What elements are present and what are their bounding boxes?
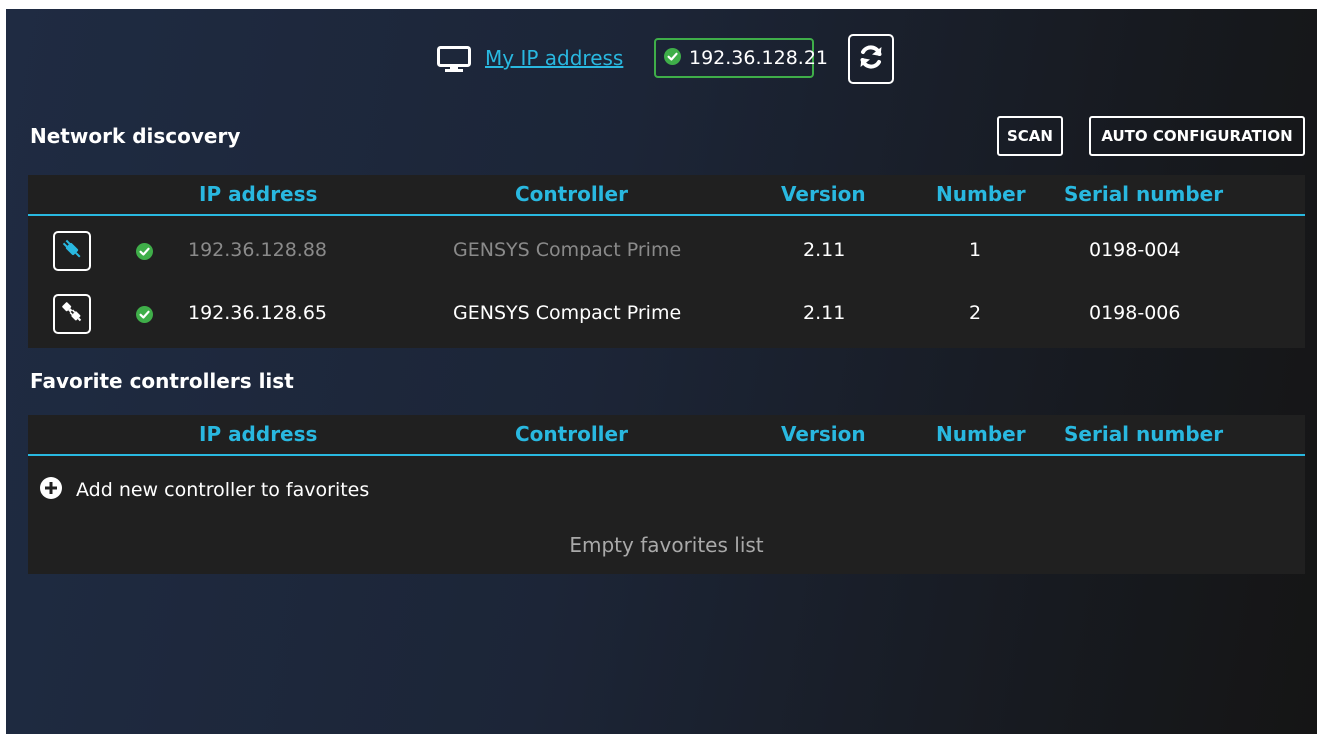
cell-ip-address: 192.36.128.88 [188, 239, 328, 261]
refresh-button[interactable] [848, 34, 894, 84]
plug-disconnected-icon [60, 300, 84, 328]
column-controller[interactable]: Controller [515, 182, 628, 206]
refresh-icon [857, 43, 885, 75]
connection-toggle-button[interactable] [53, 231, 91, 271]
table-row[interactable]: 192.36.128.65 GENSYS Compact Prime 2.11 … [28, 284, 1305, 344]
add-favorite-button[interactable]: Add new controller to favorites [40, 477, 369, 503]
cell-number: 2 [969, 302, 982, 324]
auto-configuration-button[interactable]: AUTO CONFIGURATION [1089, 116, 1305, 156]
favorites-table: IP address Controller Version Number Ser… [28, 415, 1305, 574]
column-ip-address[interactable]: IP address [199, 182, 317, 206]
status-ok-icon [136, 306, 153, 323]
cell-version: 2.11 [803, 239, 846, 261]
status-ok-icon [136, 243, 153, 260]
table-row[interactable]: 192.36.128.88 GENSYS Compact Prime 2.11 … [28, 221, 1305, 281]
cell-controller: GENSYS Compact Prime [453, 302, 682, 324]
my-ip-address-link[interactable]: My IP address [485, 46, 623, 70]
ip-address-value: 192.36.128.21 [689, 47, 829, 69]
app-window: My IP address 192.36.128.21 Network disc… [6, 9, 1317, 734]
column-ip-address[interactable]: IP address [199, 422, 317, 446]
top-bar: My IP address 192.36.128.21 [6, 34, 1317, 84]
scan-button[interactable]: SCAN [997, 116, 1063, 156]
cell-ip-address: 192.36.128.65 [188, 302, 328, 324]
column-number[interactable]: Number [936, 182, 1026, 206]
favorite-controllers-title: Favorite controllers list [30, 369, 294, 393]
table-header: IP address Controller Version Number Ser… [28, 175, 1305, 216]
column-serial-number[interactable]: Serial number [1064, 182, 1223, 206]
cell-controller: GENSYS Compact Prime [453, 239, 682, 261]
column-version[interactable]: Version [781, 182, 866, 206]
network-discovery-title: Network discovery [30, 124, 241, 148]
plug-connected-icon [60, 237, 84, 265]
column-controller[interactable]: Controller [515, 422, 628, 446]
plus-circle-icon [40, 477, 62, 503]
network-discovery-table: IP address Controller Version Number Ser… [28, 175, 1305, 348]
check-circle-icon [664, 47, 681, 69]
cell-number: 1 [969, 239, 982, 261]
monitor-icon [437, 46, 471, 73]
ip-address-badge: 192.36.128.21 [654, 38, 828, 78]
table-header: IP address Controller Version Number Ser… [28, 415, 1305, 456]
column-number[interactable]: Number [936, 422, 1026, 446]
column-serial-number[interactable]: Serial number [1064, 422, 1223, 446]
cell-serial-number: 0198-004 [1089, 239, 1181, 261]
empty-favorites-message: Empty favorites list [569, 533, 764, 557]
cell-serial-number: 0198-006 [1089, 302, 1181, 324]
connection-toggle-button[interactable] [53, 294, 91, 334]
add-favorite-label: Add new controller to favorites [76, 479, 370, 501]
column-version[interactable]: Version [781, 422, 866, 446]
cell-version: 2.11 [803, 302, 846, 324]
